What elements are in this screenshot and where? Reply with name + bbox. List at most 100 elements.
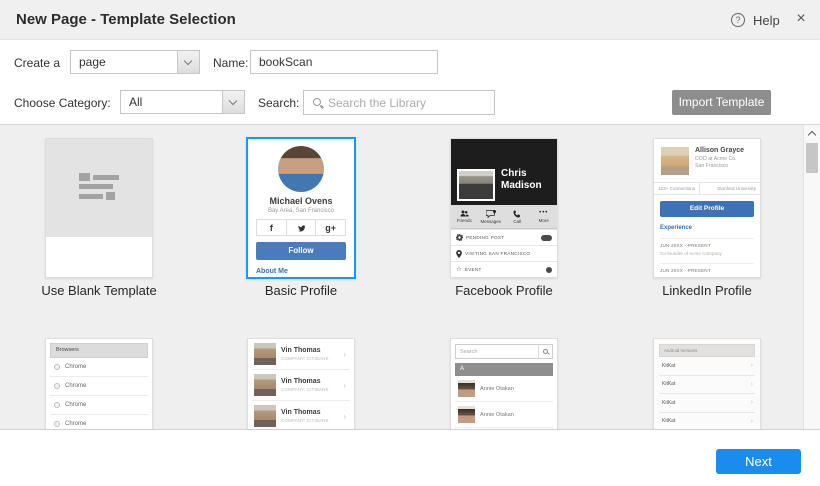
import-template-button[interactable]: Import Template (672, 90, 771, 115)
list-item: Chrome (50, 358, 148, 377)
template-card-search-list[interactable]: Search A Annie Otakan Annie Otakan Annie… (450, 338, 558, 429)
search-icon (313, 98, 321, 106)
about-me-link: About Me (256, 268, 288, 275)
vertical-scrollbar[interactable] (803, 125, 820, 429)
search-placeholder: Search the Library (328, 96, 427, 110)
profile-city: San Francisco (695, 163, 729, 169)
template-card-basic-profile[interactable]: Michael Ovens Bay Area, San Francisco f … (246, 137, 356, 279)
create-type-dropdown-button[interactable] (177, 51, 199, 73)
template-card-facebook-profile[interactable]: Chris Madison Friends Messages Call ••• (450, 138, 558, 278)
profile-location: Bay Area, San Francisco (267, 208, 335, 214)
profile-role: COO at Acme Co. (695, 155, 737, 162)
create-type-select[interactable]: page (70, 50, 200, 74)
placeholder-content-icon (79, 173, 119, 203)
category-dropdown-button[interactable] (222, 91, 244, 113)
profile-photo (661, 147, 689, 175)
profile-name: Chris Madison (501, 168, 542, 191)
twitter-icon (285, 220, 316, 235)
dialog-titlebar: New Page - Template Selection ? Help × (0, 0, 820, 40)
help-icon[interactable]: ? (731, 13, 745, 27)
profile-name: Allison Grayce (695, 147, 745, 154)
pending-post-row: PENDING POST (451, 229, 557, 245)
category-select[interactable]: All (120, 90, 245, 114)
list-item: KitKat › (659, 376, 755, 394)
contact-item: Annie Otakan (455, 428, 553, 429)
facebook-cover: Chris Madison (451, 139, 557, 205)
linkedin-header: Allison Grayce COO at Acme Co. San Franc… (654, 139, 760, 175)
chevron-right-icon: › (343, 411, 346, 421)
chevron-right-icon: › (750, 399, 753, 407)
choose-category-label: Choose Category: (14, 96, 111, 110)
event-row: ☆ EVENT (451, 261, 557, 277)
social-icons-row: f g+ (256, 219, 346, 236)
stats-row: 123+ Connections Stanford University (654, 182, 760, 195)
edit-profile-button: Edit Profile (660, 201, 754, 217)
template-card-android-versions[interactable]: Android Versions KitKat › KitKat › KitKat ›… (653, 338, 761, 430)
template-card-blank[interactable] (45, 138, 153, 278)
facebook-toolbar: Friends Messages Call ••• More (451, 205, 557, 229)
notification-badge (546, 266, 552, 273)
connections-stat: 123+ Connections (658, 186, 696, 191)
location-pin-icon (456, 249, 462, 258)
next-button[interactable]: Next (716, 449, 801, 474)
radio-icon (54, 421, 60, 427)
help-link[interactable]: Help (753, 13, 780, 28)
list-item: Chrome (50, 377, 148, 396)
close-icon[interactable]: × (791, 10, 811, 28)
contact-item: Vin Thomas COMPANY: CITIBANK › (252, 401, 350, 429)
experience-entry: JUN 20XX - PRESENT Co-founder of Acme Co… (660, 238, 754, 256)
gear-icon (456, 234, 463, 241)
list-item: KitKat › (659, 394, 755, 413)
radio-icon (54, 364, 60, 370)
library-search-input[interactable]: Search the Library (303, 90, 495, 115)
radio-icon (54, 402, 60, 408)
experience-entry: JUN 20XX - PRESENT (660, 263, 754, 273)
template-label-basic-profile: Basic Profile (264, 283, 338, 298)
template-label-linkedin-profile: LinkedIn Profile (662, 283, 752, 298)
chevron-right-icon: › (343, 349, 346, 359)
chevron-right-icon: › (750, 417, 753, 425)
call-button: Call (504, 205, 531, 228)
template-card-linkedin-profile[interactable]: Allison Grayce COO at Acme Co. San Franc… (653, 138, 761, 278)
contact-item: Vin Thomas COMPANY: CITIBANK › (252, 370, 350, 401)
section-header: A (455, 363, 553, 376)
follow-button: Follow (256, 242, 346, 260)
visiting-row: VISITING SAN FRANCISCO (451, 245, 557, 261)
create-type-value: page (79, 55, 106, 69)
contact-item: Annie Otakan (455, 402, 553, 428)
more-icon: ••• (539, 210, 549, 216)
list-item: Chrome (50, 415, 148, 429)
template-label-facebook-profile: Facebook Profile (455, 283, 553, 298)
template-label-blank: Use Blank Template (41, 283, 157, 298)
name-label: Name: (213, 56, 249, 70)
avatar (458, 406, 475, 423)
radio-icon (54, 383, 60, 389)
name-input[interactable] (250, 50, 438, 74)
scrollbar-thumb[interactable] (806, 143, 818, 173)
chevron-down-icon (228, 96, 238, 106)
mini-search-input: Search (455, 344, 553, 359)
chevron-right-icon: › (343, 380, 346, 390)
avatar (254, 374, 276, 396)
scroll-up-icon[interactable] (807, 130, 817, 140)
template-card-browsers-list[interactable]: Browsers Chrome Chrome Chrome Chrome (45, 338, 153, 429)
messages-icon (485, 209, 496, 218)
template-card-contact-list[interactable]: Vin Thomas COMPANY: CITIBANK › Vin Thomas… (247, 338, 355, 429)
category-value: All (129, 95, 143, 109)
avatar (254, 343, 276, 365)
school-stat: Stanford University (699, 183, 760, 194)
contact-item: Annie Otakan (455, 376, 553, 402)
create-a-label: Create a (14, 56, 61, 70)
more-button: ••• More (538, 210, 549, 223)
list-item: KitKat › (659, 357, 755, 376)
googleplus-icon: g+ (315, 220, 345, 235)
call-icon (513, 210, 521, 217)
list-item: KitKat › (659, 413, 755, 430)
new-page-dialog: New Page - Template Selection ? Help × C… (0, 0, 820, 486)
chevron-down-icon (183, 56, 193, 66)
friends-button: Friends (451, 205, 478, 228)
profile-name: Michael Ovens (269, 196, 333, 206)
avatar (254, 405, 276, 427)
star-icon: ☆ (456, 266, 462, 273)
list-header: Android Versions (659, 344, 755, 357)
